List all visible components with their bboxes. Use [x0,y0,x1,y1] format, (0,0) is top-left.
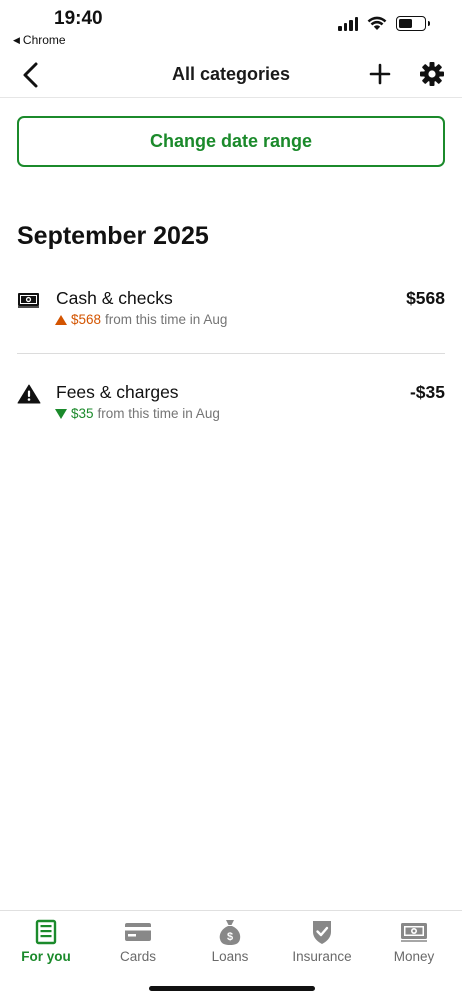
money-bag-icon: $ [215,919,245,945]
tab-money[interactable]: Money [368,911,460,971]
category-row-cash-checks[interactable]: Cash & checks $568 $568 from this time i… [17,284,445,354]
nav-header: All categories [0,52,462,98]
category-amount: $568 [406,288,445,308]
category-change: $568 from this time in Aug [55,312,228,327]
card-icon [123,919,153,945]
back-triangle-icon: ◀ [13,34,20,45]
tab-loans[interactable]: $ Loans [184,911,276,971]
for-you-icon [31,919,61,945]
category-amount: -$35 [409,382,445,402]
cellular-signal-icon [338,16,358,31]
change-text: from this time in Aug [105,312,228,327]
status-time: 19:40 [54,8,103,29]
back-app-label: Chrome [22,33,66,47]
change-text: from this time in Aug [97,406,220,421]
cash-icon [399,919,429,945]
svg-text:$: $ [227,931,233,943]
tab-label: Insurance [292,949,352,964]
home-indicator [149,986,315,991]
status-bar: 19:40 ◀ Chrome [0,0,462,52]
warning-icon [17,384,41,404]
category-name: Fees & charges [56,382,179,402]
increase-arrow-icon [55,314,67,325]
tab-label: Cards [119,949,156,964]
shield-check-icon [307,919,337,945]
tab-label: Money [393,949,435,964]
tab-label: Loans [211,949,249,964]
battery-icon [396,16,430,31]
category-name: Cash & checks [56,288,173,308]
category-row-fees-charges[interactable]: Fees & charges -$35 $35 from this time i… [17,378,445,438]
change-amount: $568 [71,312,102,327]
tab-for-you[interactable]: For you [0,911,92,971]
change-amount: $35 [71,406,94,421]
decrease-arrow-icon [55,408,67,419]
tab-label: For you [21,949,71,964]
tab-insurance[interactable]: Insurance [276,911,368,971]
back-to-app-link[interactable]: ◀ Chrome [13,33,66,47]
change-date-range-button[interactable]: Change date range [17,116,445,167]
cash-icon [18,293,39,308]
gear-icon[interactable] [418,60,446,88]
status-icons [338,16,430,31]
add-icon[interactable] [366,60,394,88]
category-change: $35 from this time in Aug [55,406,220,421]
wifi-icon [367,16,387,30]
month-heading: September 2025 [17,222,209,250]
tab-cards[interactable]: Cards [92,911,184,971]
